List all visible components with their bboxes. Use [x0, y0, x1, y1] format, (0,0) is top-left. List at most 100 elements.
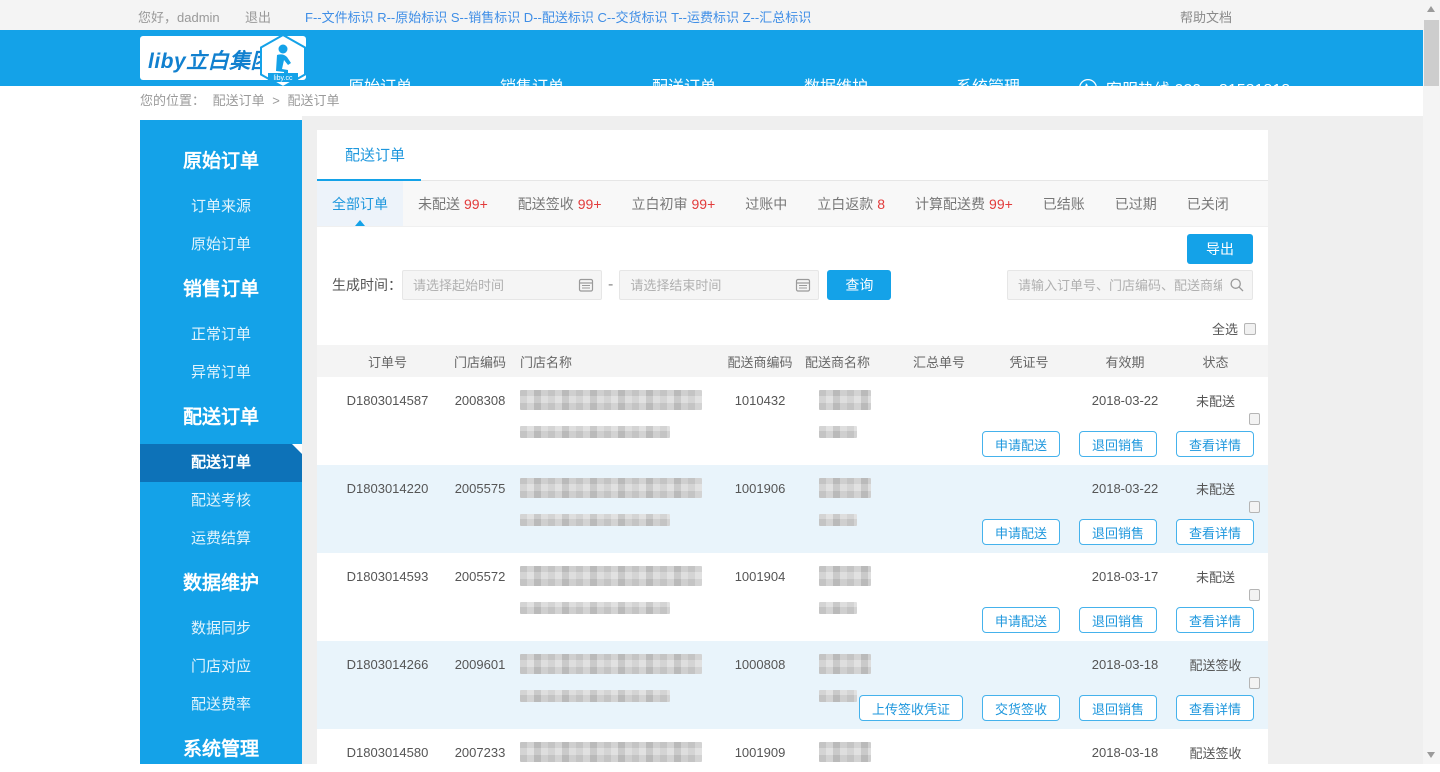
masked-vendor-name-line2 — [819, 690, 857, 702]
active-subtab-pointer — [355, 220, 365, 226]
start-date-input[interactable] — [402, 270, 602, 300]
action-button-查看详情[interactable]: 查看详情 — [1175, 695, 1254, 721]
select-all-label: 全选 — [1211, 322, 1238, 337]
row-data: D1803014266 2009601 1000808 2018-03-18 配送签收 — [317, 641, 1268, 702]
subtab-未配送[interactable]: 未配送 99+ — [403, 181, 503, 226]
search-icon[interactable] — [1229, 277, 1245, 293]
column-header-凭证号: 凭证号 — [1009, 354, 1049, 370]
page-scrollbar[interactable] — [1423, 0, 1440, 764]
subtab-全部订单[interactable]: 全部订单 — [317, 181, 403, 226]
sidebar-group-原始订单[interactable]: 原始订单 — [140, 140, 302, 184]
subtab-已关闭[interactable]: 已关闭 — [1172, 181, 1244, 226]
sidebar-group-系统管理[interactable]: 系统管理 — [140, 728, 302, 772]
masked-vendor-name — [819, 654, 871, 674]
masked-store-name — [520, 390, 702, 410]
action-button-退回销售[interactable]: 退回销售 — [1078, 431, 1157, 457]
logout-link[interactable]: 退出 — [245, 7, 271, 26]
cell-status: 未配送 — [1195, 569, 1235, 585]
sidebar-item-正常订单[interactable]: 正常订单 — [140, 316, 302, 354]
cell-store-code: 2007233 — [454, 744, 506, 760]
cell-valid-date: 2018-03-22 — [1091, 392, 1159, 408]
action-button-交货签收[interactable]: 交货签收 — [981, 695, 1060, 721]
cell-status: 未配送 — [1195, 393, 1235, 409]
cell-status: 未配送 — [1195, 481, 1235, 497]
column-header-汇总单号: 汇总单号 — [912, 354, 965, 370]
action-button-上传签收凭证[interactable]: 上传签收凭证 — [858, 695, 963, 721]
sidebar-item-数据同步[interactable]: 数据同步 — [140, 610, 302, 648]
masked-vendor-name — [819, 742, 871, 762]
action-button-查看详情[interactable]: 查看详情 — [1175, 607, 1254, 633]
status-code-legend: F--文件标识 R--原始标识 S--销售标识 D--配送标识 C--交货标识 … — [305, 10, 812, 25]
cell-store-name — [520, 654, 715, 702]
cell-order-no: D1803014266 — [346, 656, 429, 672]
subtab-计算配送费[interactable]: 计算配送费 99+ — [900, 181, 1028, 226]
subtab-label: 全部订单 — [332, 196, 388, 212]
action-button-退回销售[interactable]: 退回销售 — [1078, 607, 1157, 633]
keyword-search-input[interactable] — [1007, 270, 1253, 300]
calendar-icon[interactable] — [578, 277, 594, 293]
subtab-label: 未配送 — [418, 196, 460, 212]
breadcrumb-parent[interactable]: 配送订单 — [213, 93, 265, 108]
sidebar-group-销售订单[interactable]: 销售订单 — [140, 268, 302, 312]
export-button[interactable]: 导出 — [1187, 234, 1253, 264]
row-actions: 申请配送 退回销售 查看详情 — [317, 599, 1268, 641]
sidebar-item-原始订单[interactable]: 原始订单 — [140, 226, 302, 264]
active-corner-marker — [292, 444, 302, 454]
sidebar-item-运费结算[interactable]: 运费结算 — [140, 520, 302, 558]
row-checkbox[interactable] — [1249, 589, 1260, 601]
end-date-input[interactable] — [619, 270, 820, 300]
sidebar-item-异常订单[interactable]: 异常订单 — [140, 354, 302, 392]
svg-text:liby.cc: liby.cc — [274, 75, 293, 82]
sidebar-item-配送费率[interactable]: 配送费率 — [140, 686, 302, 724]
sidebar-item-订单来源[interactable]: 订单来源 — [140, 188, 302, 226]
subtab-label: 立白返款 — [817, 196, 874, 212]
subtab-label: 已结账 — [1042, 196, 1085, 212]
subtab-过账中[interactable]: 过账中 — [730, 181, 802, 226]
table-row: D1803014593 2005572 1001904 2018-03-17 未配送 申请… — [317, 553, 1268, 641]
subtab-配送签收[interactable]: 配送签收 99+ — [503, 181, 617, 226]
table-header: 订单号 门店编码 门店名称 配送商编码 配送商名称 汇总单号 凭证号 有效期 状态 — [317, 345, 1268, 377]
help-doc-link[interactable]: 帮助文档 — [1180, 7, 1232, 26]
action-button-退回销售[interactable]: 退回销售 — [1078, 519, 1157, 545]
sidebar-item-配送订单[interactable]: 配送订单 — [140, 444, 302, 482]
subtab-label: 过账中 — [745, 196, 788, 212]
cell-store-code: 2005572 — [454, 568, 506, 584]
action-button-查看详情[interactable]: 查看详情 — [1175, 519, 1254, 545]
sidebar-item-配送考核[interactable]: 配送考核 — [140, 482, 302, 520]
masked-vendor-name — [819, 566, 871, 586]
column-header-状态: 状态 — [1202, 354, 1229, 370]
sidebar-item-门店对应[interactable]: 门店对应 — [140, 648, 302, 686]
cell-valid-date: 2018-03-18 — [1091, 656, 1159, 672]
action-button-申请配送[interactable]: 申请配送 — [981, 431, 1060, 457]
column-header-配送商名称: 配送商名称 — [805, 354, 871, 370]
subtab-已结账[interactable]: 已结账 — [1028, 181, 1100, 226]
scrollbar-down-arrow[interactable] — [1427, 752, 1435, 758]
scrollbar-thumb[interactable] — [1424, 20, 1439, 86]
select-all-checkbox[interactable] — [1244, 322, 1256, 335]
row-checkbox[interactable] — [1249, 677, 1260, 689]
cell-vendor-code: 1010432 — [734, 392, 786, 408]
subtab-立白返款[interactable]: 立白返款 8 — [802, 181, 900, 226]
row-checkbox[interactable] — [1249, 501, 1260, 513]
column-header-配送商编码: 配送商编码 — [727, 354, 793, 370]
tab-delivery-orders[interactable]: 配送订单 — [345, 130, 405, 181]
masked-store-name-line2 — [520, 426, 670, 438]
action-button-申请配送[interactable]: 申请配送 — [981, 519, 1060, 545]
subtab-已过期[interactable]: 已过期 — [1100, 181, 1172, 226]
action-button-退回销售[interactable]: 退回销售 — [1078, 695, 1157, 721]
query-button[interactable]: 查询 — [827, 270, 892, 300]
action-button-查看详情[interactable]: 查看详情 — [1175, 431, 1254, 457]
calendar-icon[interactable] — [795, 277, 811, 293]
sidebar-group-配送订单[interactable]: 配送订单 — [140, 396, 302, 440]
scrollbar-up-arrow[interactable] — [1427, 6, 1435, 12]
row-checkbox[interactable] — [1249, 413, 1260, 425]
sidebar-group-数据维护[interactable]: 数据维护 — [140, 562, 302, 606]
action-button-申请配送[interactable]: 申请配送 — [981, 607, 1060, 633]
cell-store-name — [520, 390, 715, 438]
row-data: D1803014220 2005575 1001906 2018-03-22 未配送 — [317, 465, 1268, 526]
breadcrumb-prefix: 您的位置： — [140, 93, 206, 108]
cell-vendor-name — [805, 654, 895, 702]
subtab-立白初审[interactable]: 立白初审 99+ — [617, 181, 731, 226]
masked-store-name — [520, 654, 702, 674]
cell-order-no: D1803014587 — [346, 392, 429, 408]
